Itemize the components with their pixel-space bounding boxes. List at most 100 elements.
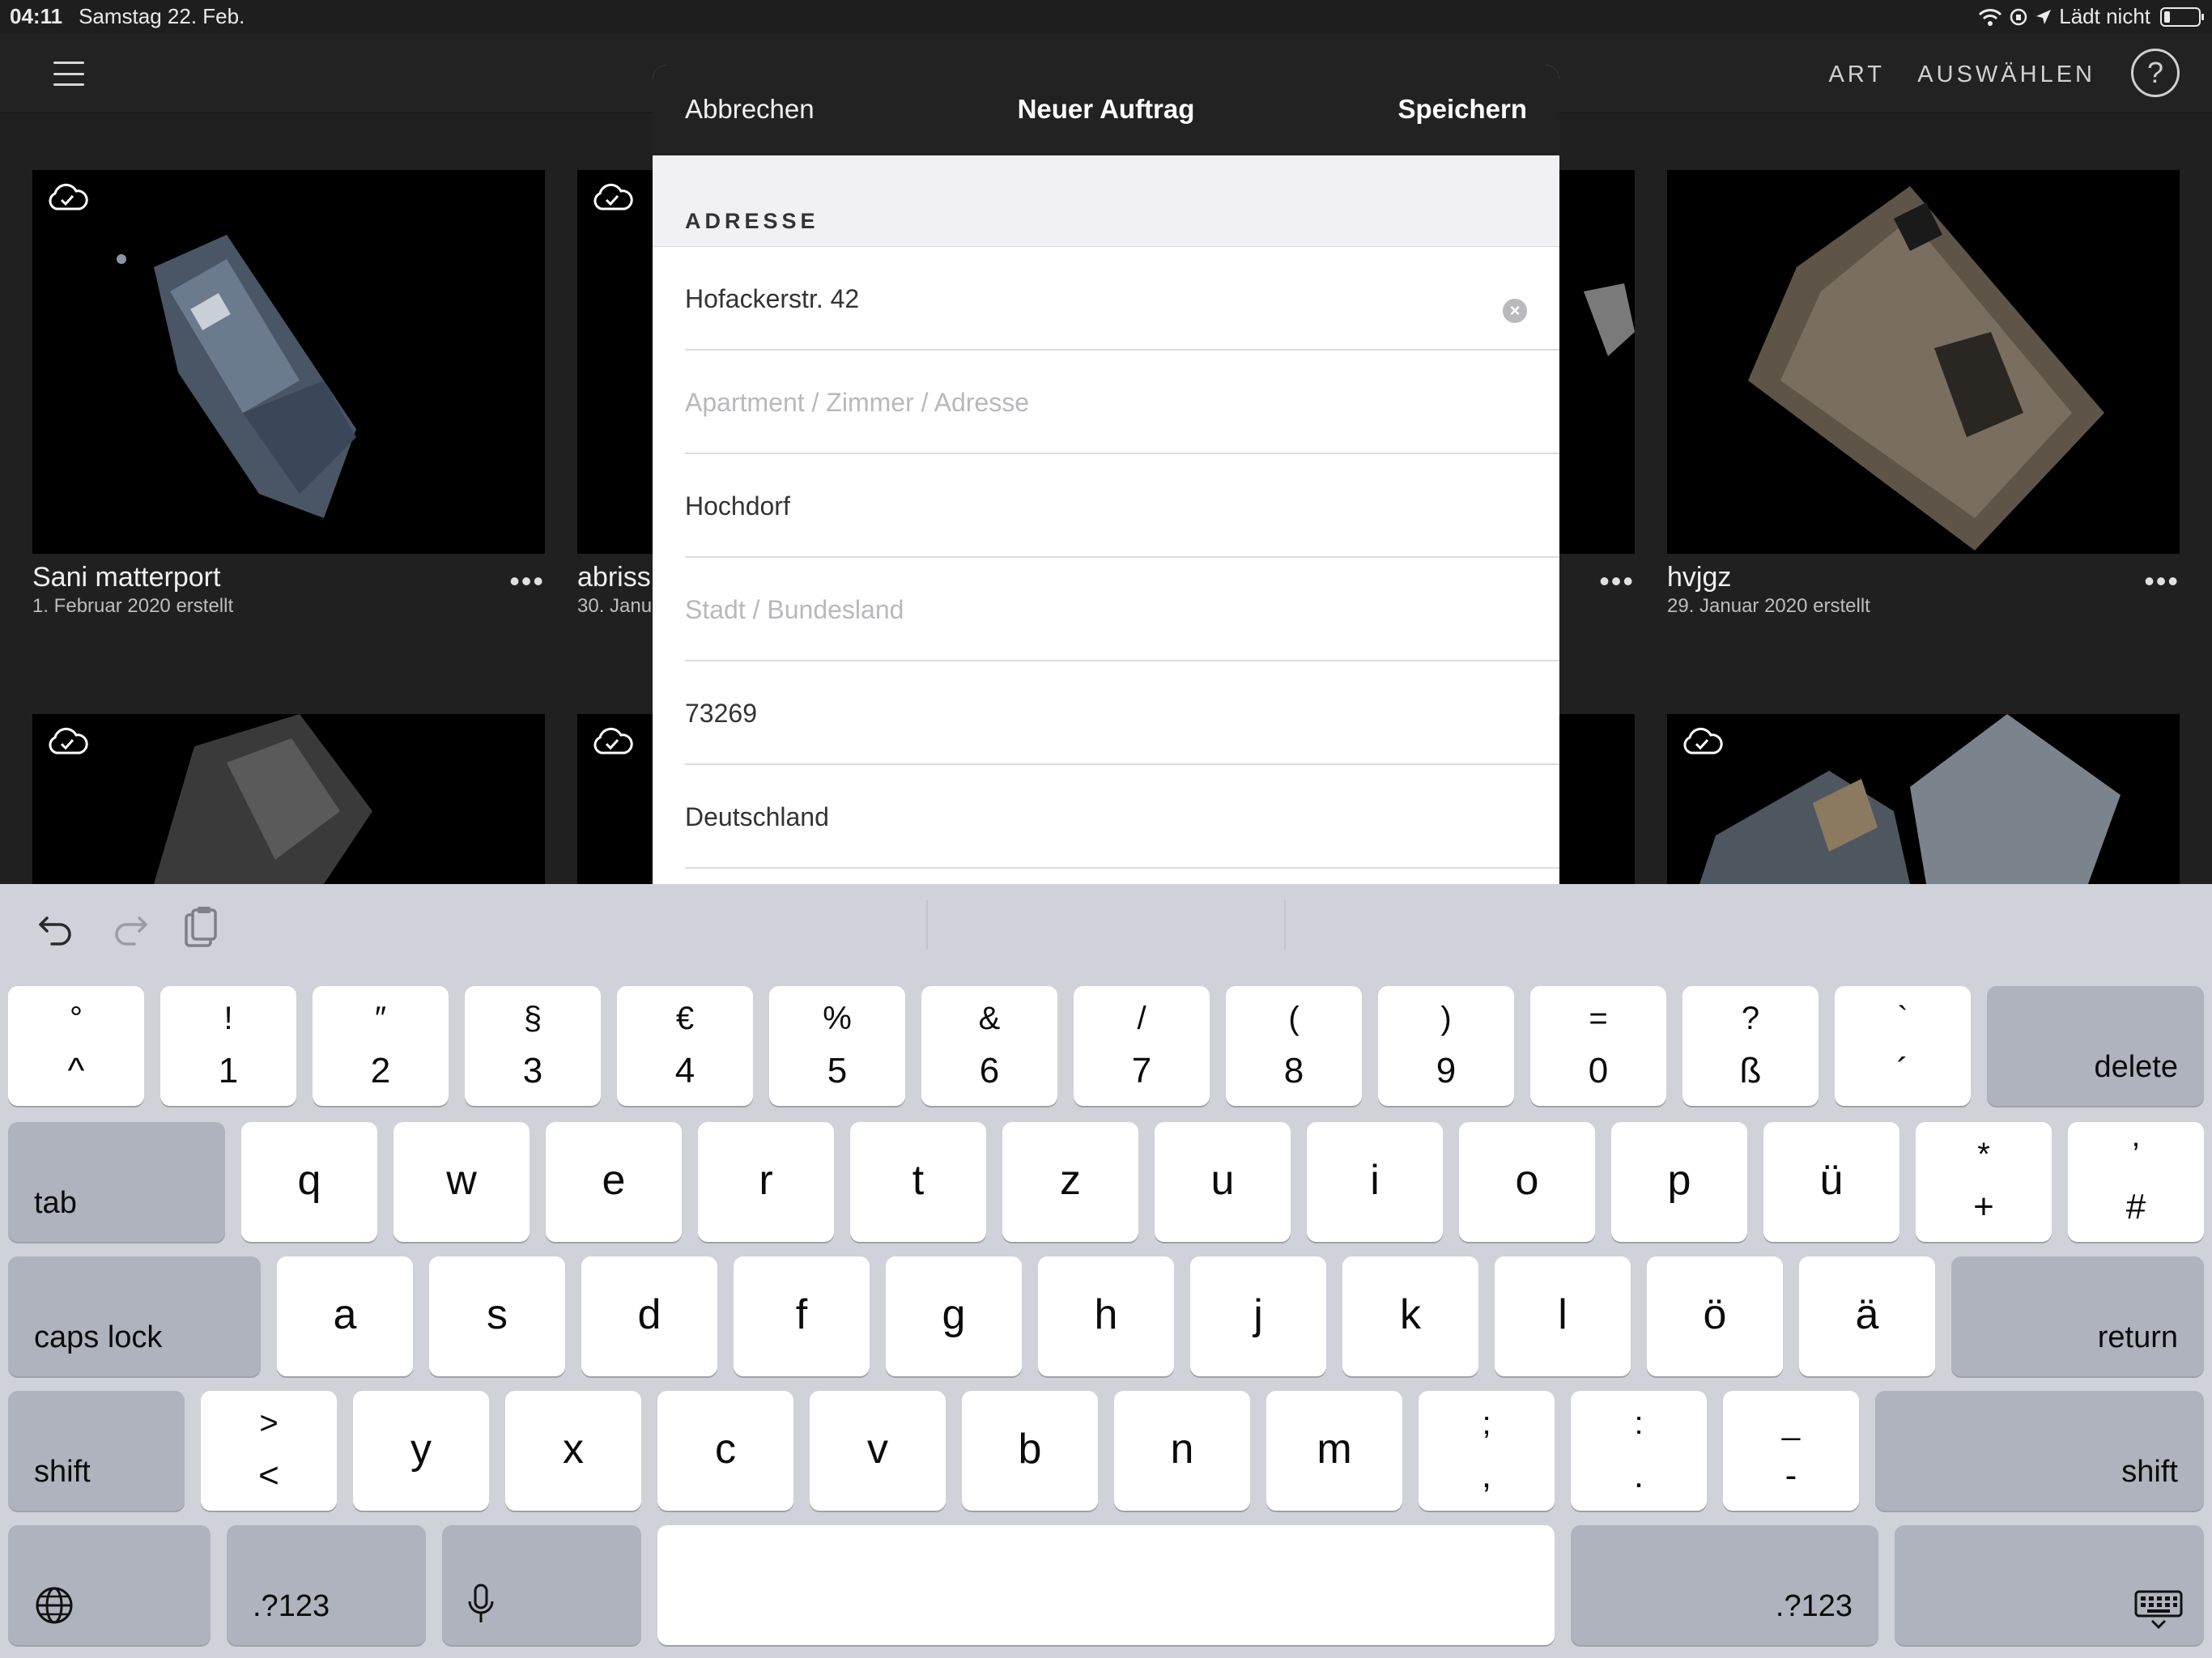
- key[interactable]: a: [277, 1256, 413, 1376]
- redo-icon[interactable]: [105, 905, 154, 954]
- key[interactable]: c: [657, 1391, 793, 1511]
- key[interactable]: e: [546, 1122, 682, 1242]
- project-thumbnail[interactable]: [32, 714, 545, 884]
- more-options-icon[interactable]: •••: [1599, 567, 1635, 596]
- dictation-key[interactable]: [442, 1525, 641, 1645]
- project-date: 1. Februar 2020 erstellt: [32, 595, 234, 617]
- key[interactable]: x: [505, 1391, 641, 1511]
- numbers-left-key[interactable]: .?123: [227, 1525, 426, 1645]
- key[interactable]: d: [581, 1256, 717, 1376]
- key[interactable]: g: [886, 1256, 1022, 1376]
- tab-key[interactable]: tab: [8, 1122, 225, 1242]
- postal-code-field[interactable]: 73269: [685, 661, 1559, 765]
- key[interactable]: v: [810, 1391, 946, 1511]
- scan-floorplan-image: [117, 235, 356, 518]
- key[interactable]: s: [429, 1256, 565, 1376]
- key[interactable]: /7: [1074, 986, 1210, 1106]
- project-card[interactable]: [1667, 714, 2180, 884]
- key[interactable]: > <: [201, 1391, 337, 1511]
- key[interactable]: ` ´: [1835, 986, 1971, 1106]
- key[interactable]: z: [1002, 1122, 1138, 1242]
- apartment-input[interactable]: Apartment / Zimmer / Adresse: [685, 388, 1029, 418]
- shift-left-key[interactable]: shift: [8, 1391, 185, 1511]
- key[interactable]: ″ 2: [313, 986, 449, 1106]
- key[interactable]: ° ^: [8, 986, 144, 1106]
- key[interactable]: j: [1190, 1256, 1326, 1376]
- key[interactable]: h: [1038, 1256, 1174, 1376]
- hamburger-menu-icon[interactable]: [53, 62, 84, 86]
- key[interactable]: m: [1266, 1391, 1402, 1511]
- select-button[interactable]: AUSWÄHLEN: [1917, 62, 2095, 88]
- hide-keyboard-key[interactable]: [1895, 1525, 2204, 1645]
- save-button[interactable]: Speichern: [1397, 94, 1527, 125]
- undo-icon[interactable]: [32, 905, 81, 954]
- key[interactable]: b: [962, 1391, 1098, 1511]
- status-date: Samstag 22. Feb.: [79, 4, 245, 28]
- key[interactable]: n: [1114, 1391, 1250, 1511]
- globe-key[interactable]: [8, 1525, 211, 1645]
- return-key[interactable]: return: [1951, 1256, 2204, 1376]
- shift-right-key[interactable]: shift: [1875, 1391, 2204, 1511]
- key[interactable]: k: [1342, 1256, 1478, 1376]
- project-thumbnail[interactable]: [1667, 170, 2180, 554]
- clear-text-icon[interactable]: ×: [1503, 299, 1527, 323]
- key[interactable]: ü: [1763, 1122, 1899, 1242]
- caps-lock-key[interactable]: caps lock: [8, 1256, 261, 1376]
- key[interactable]: = 0: [1530, 986, 1666, 1106]
- key[interactable]: u: [1155, 1122, 1291, 1242]
- scan-pointcloud-image: [1748, 186, 2104, 551]
- key[interactable]: (8: [1226, 986, 1362, 1106]
- key[interactable]: o: [1459, 1122, 1595, 1242]
- key[interactable]: i: [1307, 1122, 1443, 1242]
- key[interactable]: p: [1611, 1122, 1747, 1242]
- key[interactable]: ;,: [1419, 1391, 1555, 1511]
- project-card[interactable]: [32, 714, 545, 884]
- space-key[interactable]: [657, 1525, 1555, 1645]
- country-input[interactable]: Deutschland: [685, 802, 829, 832]
- key[interactable]: % 5: [769, 986, 905, 1106]
- project-thumbnail[interactable]: [32, 170, 545, 554]
- status-bar-left: 04:11 Samstag 22. Feb.: [10, 4, 245, 29]
- key[interactable]: ? ß: [1682, 986, 1819, 1106]
- art-filter-button[interactable]: ART: [1829, 62, 1885, 88]
- street-field[interactable]: Hofackerstr. 42 ×: [685, 247, 1559, 351]
- key[interactable]: q: [241, 1122, 377, 1242]
- new-order-modal: Abbrechen Neuer Auftrag Speichern ADRESS…: [653, 65, 1559, 884]
- state-field[interactable]: Stadt / Bundesland: [685, 558, 1559, 661]
- key[interactable]: y: [353, 1391, 489, 1511]
- city-input[interactable]: Hochdorf: [685, 491, 790, 521]
- key[interactable]: w: [393, 1122, 530, 1242]
- help-icon[interactable]: ?: [2131, 49, 2180, 97]
- numbers-right-key[interactable]: .?123: [1571, 1525, 1878, 1645]
- project-card[interactable]: Sani matterport 1. Februar 2020 erstellt…: [32, 170, 545, 623]
- key[interactable]: f: [734, 1256, 870, 1376]
- key[interactable]: ) 9: [1378, 986, 1514, 1106]
- key[interactable]: ! 1: [160, 986, 296, 1106]
- apartment-field[interactable]: Apartment / Zimmer / Adresse: [685, 351, 1559, 454]
- state-input[interactable]: Stadt / Bundesland: [685, 595, 904, 625]
- key[interactable]: €4: [617, 986, 753, 1106]
- street-input[interactable]: Hofackerstr. 42: [685, 284, 859, 314]
- more-options-icon[interactable]: •••: [2144, 567, 2180, 596]
- project-thumbnail[interactable]: [1667, 714, 2180, 884]
- cloud-synced-icon: [593, 183, 633, 210]
- key[interactable]: ’ #: [2068, 1122, 2204, 1242]
- key[interactable]: t: [850, 1122, 986, 1242]
- key[interactable]: :.: [1571, 1391, 1707, 1511]
- postal-code-input[interactable]: 73269: [685, 699, 757, 729]
- key[interactable]: & 6: [921, 986, 1057, 1106]
- delete-key[interactable]: delete: [1987, 986, 2204, 1106]
- key[interactable]: _ -: [1723, 1391, 1859, 1511]
- key[interactable]: ö: [1647, 1256, 1783, 1376]
- key[interactable]: r: [698, 1122, 834, 1242]
- project-title: hvjgz: [1667, 562, 1732, 593]
- project-card[interactable]: hvjgz 29. Januar 2020 erstellt •••: [1667, 170, 2180, 623]
- paste-icon[interactable]: [177, 905, 225, 954]
- key[interactable]: l: [1495, 1256, 1631, 1376]
- country-field[interactable]: Deutschland: [685, 765, 1559, 869]
- city-field[interactable]: Hochdorf: [685, 454, 1559, 558]
- key[interactable]: § 3: [465, 986, 601, 1106]
- more-options-icon[interactable]: •••: [509, 567, 545, 596]
- key[interactable]: * +: [1916, 1122, 2052, 1242]
- key[interactable]: ä: [1799, 1256, 1935, 1376]
